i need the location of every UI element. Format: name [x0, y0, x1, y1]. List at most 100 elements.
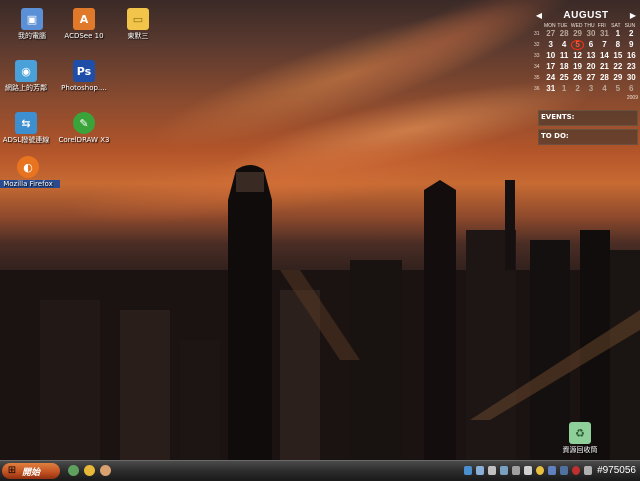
calendar-day[interactable]: 27: [584, 73, 597, 83]
calendar-day[interactable]: 17: [544, 62, 557, 72]
calendar-day[interactable]: 30: [584, 29, 597, 39]
calendar-day[interactable]: 31: [598, 29, 611, 39]
folder-icon: ▭: [127, 8, 149, 30]
tray-icon[interactable]: [524, 466, 532, 475]
acdsee-icon: A: [73, 8, 95, 30]
calendar-day[interactable]: 6: [584, 40, 597, 50]
week-number: 31: [534, 31, 540, 37]
week-number: 33: [534, 53, 540, 59]
network-icon: ◉: [15, 60, 37, 82]
icon-label: CorelDRAW X3: [58, 136, 110, 144]
city-skyline: [0, 165, 640, 460]
taskbar: ⊞ 開始 #975056: [0, 460, 640, 481]
events-label: EVENTS:: [541, 113, 575, 121]
quick-launch-media-icon[interactable]: [100, 465, 111, 476]
calendar-day[interactable]: 27: [544, 29, 557, 39]
quick-launch-messenger-icon[interactable]: [84, 465, 95, 476]
icon-label: Photoshop....: [61, 84, 107, 92]
week-number: 32: [534, 42, 540, 48]
tray-icon[interactable]: [572, 466, 580, 475]
taskbar-clock[interactable]: #975056: [597, 465, 636, 476]
tray-icon[interactable]: [560, 466, 568, 475]
adsl-connection-icon: ⇆: [15, 112, 37, 134]
calendar-day[interactable]: 16: [625, 51, 638, 61]
calendar-day[interactable]: 5: [570, 40, 585, 50]
calendar-day[interactable]: 4: [557, 40, 570, 50]
calendar-day[interactable]: 28: [557, 29, 570, 39]
calendar-grid: 31 27 28 29 30 31 1 2 32 3 4 5 6 7 8 9 33 10 11 12 13 14 15 16 3…: [534, 29, 638, 94]
week-number: 34: [534, 64, 540, 70]
calendar-day[interactable]: 31: [544, 84, 557, 94]
calendar-day[interactable]: 19: [571, 62, 584, 72]
icon-label: 東默三: [127, 32, 149, 40]
tray-icon[interactable]: [548, 466, 556, 475]
calendar-header: ◀ AUGUST ▶: [534, 8, 638, 22]
calendar-day[interactable]: 18: [557, 62, 570, 72]
calendar-day[interactable]: 1: [557, 84, 570, 94]
photoshop-icon: Ps: [73, 60, 95, 82]
calendar-day[interactable]: 4: [598, 84, 611, 94]
tray-icon[interactable]: [536, 466, 544, 475]
calendar-day[interactable]: 9: [625, 40, 638, 50]
calendar-day[interactable]: 11: [557, 51, 570, 61]
desktop-icon-recycle-bin[interactable]: ♻ 資源回收筒: [548, 422, 612, 454]
calendar-day[interactable]: 8: [611, 40, 624, 50]
computer-icon: ▣: [21, 8, 43, 30]
calendar-day[interactable]: 10: [544, 51, 557, 61]
calendar-day[interactable]: 29: [571, 29, 584, 39]
calendar-day[interactable]: 5: [611, 84, 624, 94]
desktop-icon-folder[interactable]: ▭ 東默三: [106, 8, 170, 40]
todo-panel[interactable]: TO DO:: [538, 129, 638, 145]
calendar-day[interactable]: 29: [611, 73, 624, 83]
calendar-day[interactable]: 30: [625, 73, 638, 83]
tray-icon[interactable]: [488, 466, 496, 475]
week-number: 35: [534, 75, 540, 81]
calendar-day[interactable]: 3: [544, 40, 557, 50]
icon-label: 資源回收筒: [562, 446, 598, 454]
firefox-icon: ◐: [17, 156, 39, 178]
tray-icon[interactable]: [464, 466, 472, 475]
calendar-day[interactable]: 24: [544, 73, 557, 83]
desktop-icon-network[interactable]: ◉ 網路上的芳鄰: [0, 60, 58, 92]
desktop-icon-photoshop[interactable]: Ps Photoshop....: [52, 60, 116, 92]
calendar-day[interactable]: 21: [598, 62, 611, 72]
tray-icon[interactable]: [500, 466, 508, 475]
calendar-day[interactable]: 13: [584, 51, 597, 61]
calendar-day[interactable]: 20: [584, 62, 597, 72]
desktop-icon-firefox[interactable]: ◐ Mozilla Firefox: [0, 156, 60, 188]
next-month-arrow-icon[interactable]: ▶: [628, 11, 638, 20]
recycle-bin-icon: ♻: [569, 422, 591, 444]
calendar-gadget: ◀ AUGUST ▶ MON TUE WED THU FRI SAT SUN 3…: [534, 8, 638, 108]
calendar-day[interactable]: 26: [571, 73, 584, 83]
icon-label: Mozilla Firefox: [0, 180, 60, 188]
start-label: 開始: [22, 467, 41, 478]
desktop[interactable]: ▣ 我的電腦 A ACDSee 10 ▭ 東默三 ◉ 網路上的芳鄰 Ps Pho…: [0, 0, 640, 460]
calendar-day[interactable]: 3: [584, 84, 597, 94]
calendar-day[interactable]: 12: [571, 51, 584, 61]
tray-icon[interactable]: [512, 466, 520, 475]
calendar-day[interactable]: 14: [598, 51, 611, 61]
calendar-day[interactable]: 23: [625, 62, 638, 72]
quick-launch-network-icon[interactable]: [68, 465, 79, 476]
calendar-day[interactable]: 7: [598, 40, 611, 50]
tray-icon[interactable]: [476, 466, 484, 475]
prev-month-arrow-icon[interactable]: ◀: [534, 11, 544, 20]
calendar-day[interactable]: 15: [611, 51, 624, 61]
coreldraw-icon: ✎: [73, 112, 95, 134]
events-panel[interactable]: EVENTS:: [538, 110, 638, 126]
calendar-day[interactable]: 28: [598, 73, 611, 83]
calendar-day[interactable]: 6: [625, 84, 638, 94]
calendar-day[interactable]: 2: [625, 29, 638, 39]
speaker-icon[interactable]: [584, 466, 592, 475]
icon-label: 網路上的芳鄰: [5, 84, 47, 92]
calendar-month: AUGUST: [563, 9, 609, 21]
calendar-day[interactable]: 25: [557, 73, 570, 83]
calendar-year: 2009: [626, 95, 638, 101]
calendar-day[interactable]: 22: [611, 62, 624, 72]
calendar-day[interactable]: 1: [611, 29, 624, 39]
week-number: 36: [534, 86, 540, 92]
desktop-icon-coreldraw[interactable]: ✎ CorelDRAW X3: [52, 112, 116, 144]
desktop-icon-adsl[interactable]: ⇆ ADSL撥號連線: [0, 112, 58, 144]
calendar-day[interactable]: 2: [571, 84, 584, 94]
start-button[interactable]: ⊞ 開始: [2, 463, 60, 479]
